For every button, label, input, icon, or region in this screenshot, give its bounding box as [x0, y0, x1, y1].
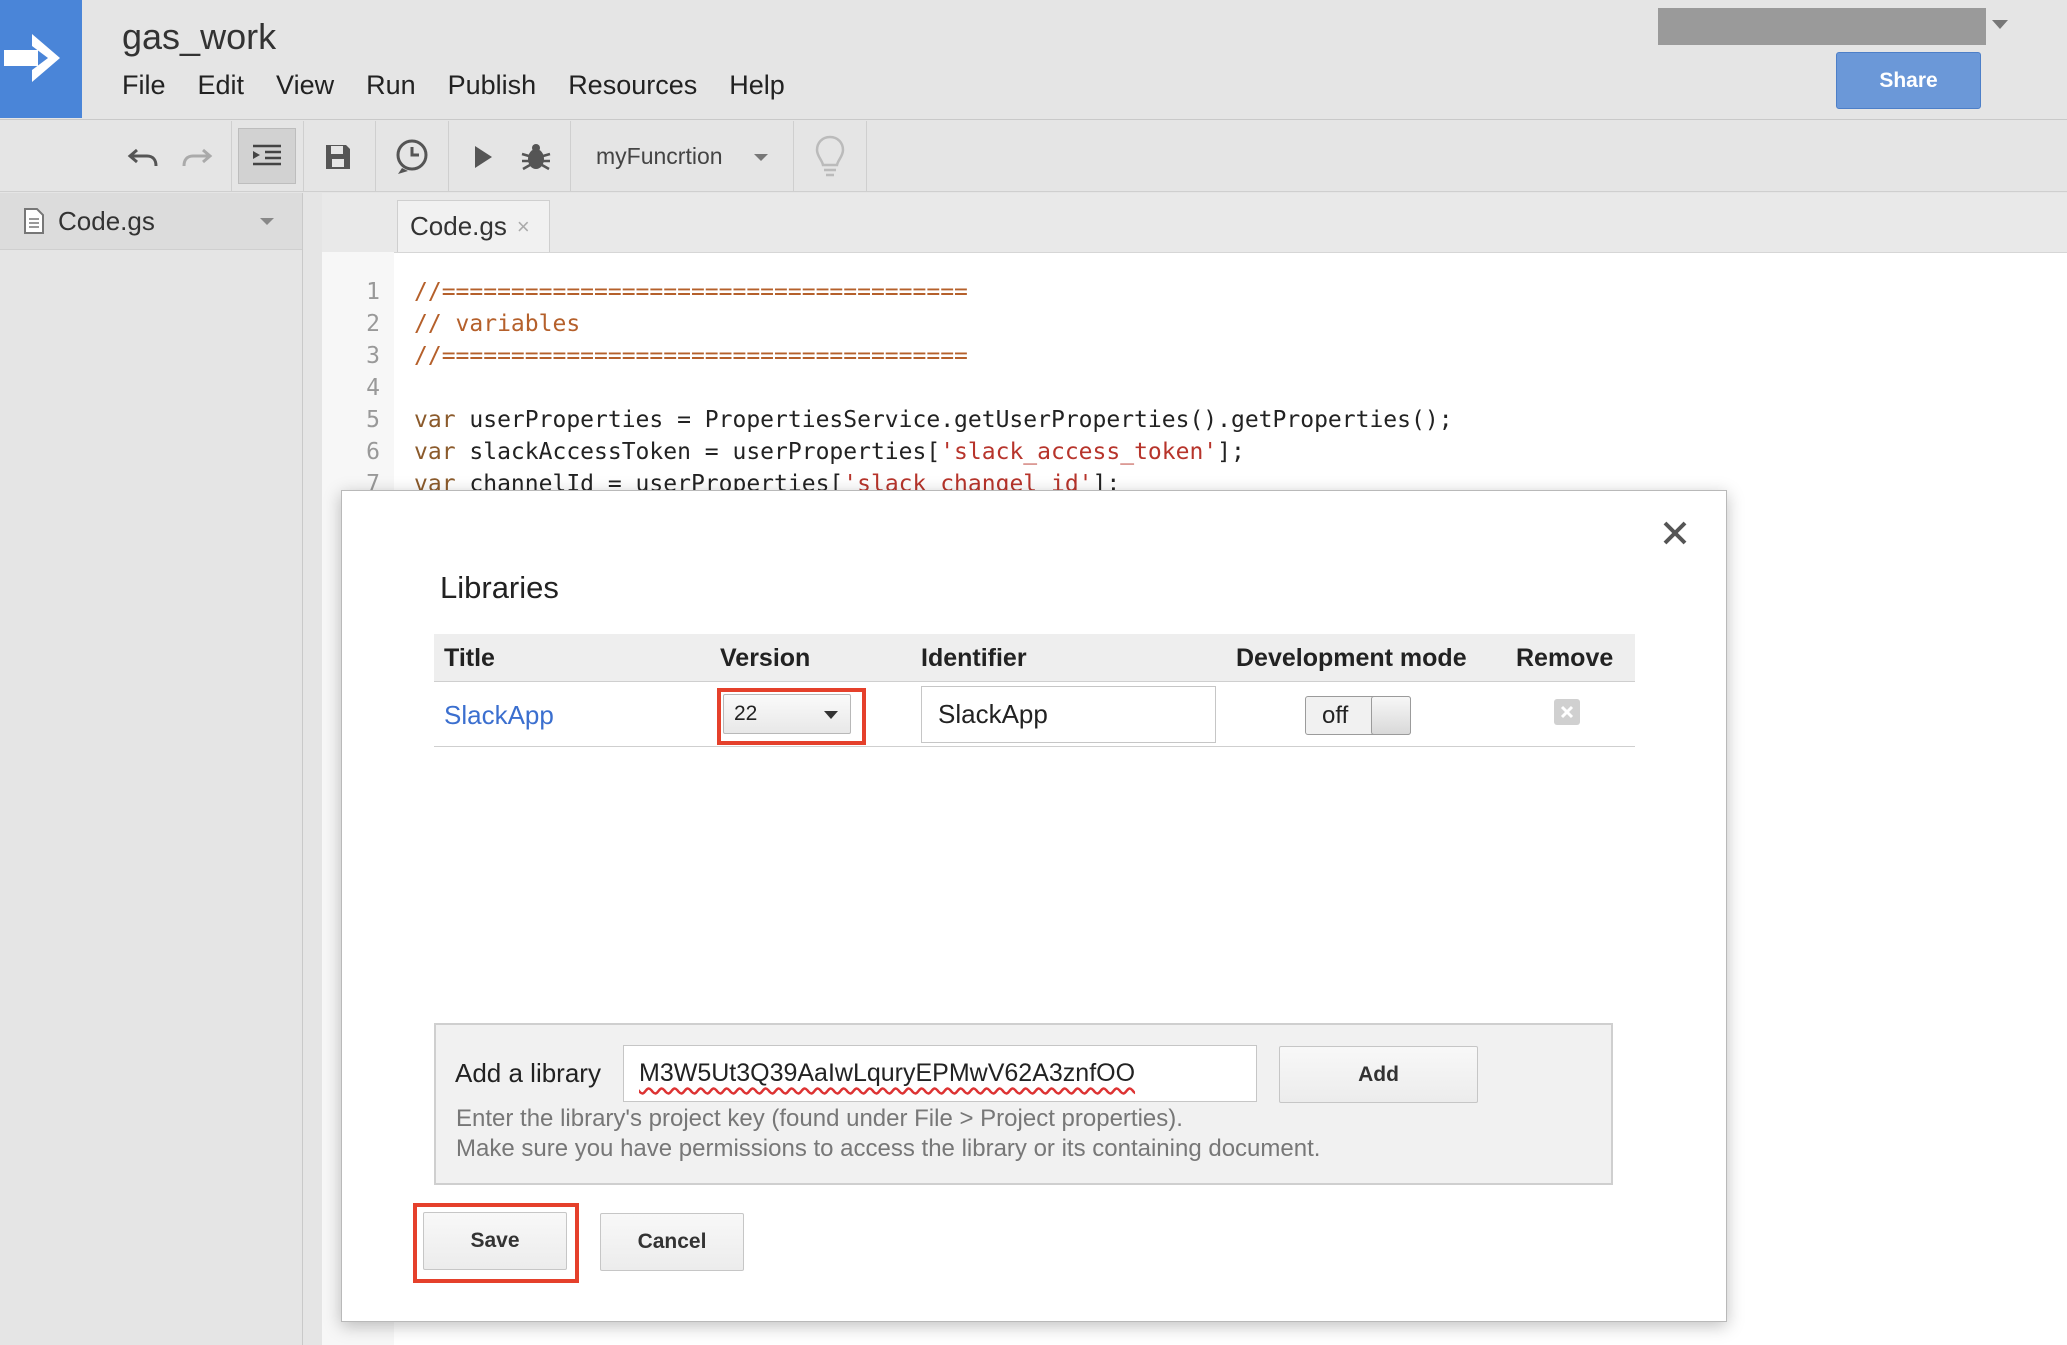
menu-run[interactable]: Run [366, 70, 416, 101]
version-select-value: 22 [734, 702, 758, 725]
tab-label: Code.gs [410, 211, 507, 241]
column-header-development-mode: Development mode [1236, 643, 1467, 672]
column-header-identifier: Identifier [921, 643, 1027, 672]
remove-library-icon[interactable] [1554, 699, 1580, 725]
code-line: 2 // variables [340, 308, 580, 340]
file-icon [24, 208, 44, 234]
close-icon[interactable] [1660, 518, 1690, 548]
development-mode-toggle[interactable]: off [1305, 696, 1411, 735]
code-token: ]; [1217, 439, 1245, 465]
libraries-dialog [341, 490, 1727, 1322]
code-line: 4 [340, 372, 414, 404]
menu-resources[interactable]: Resources [568, 70, 697, 101]
code-token: // variables [414, 311, 581, 337]
dialog-title: Libraries [440, 570, 559, 605]
menu-help[interactable]: Help [729, 70, 785, 101]
undo-icon[interactable] [118, 121, 168, 192]
debug-bug-icon[interactable] [508, 121, 564, 192]
save-icon[interactable] [310, 121, 366, 192]
lightbulb-icon[interactable] [800, 121, 860, 192]
code-token: userProperties = PropertiesService.getUs… [455, 407, 1453, 433]
line-number: 3 [366, 343, 380, 369]
line-number: 6 [366, 439, 380, 465]
chevron-down-icon [824, 711, 838, 719]
share-button[interactable]: Share [1836, 52, 1981, 109]
column-header-version: Version [720, 643, 811, 672]
triggers-clock-icon[interactable] [384, 121, 440, 192]
code-token: //====================================== [414, 343, 968, 369]
code-token: 'slack_access_token' [940, 439, 1218, 465]
code-token: var [414, 439, 456, 465]
file-sidebar: Code.gs [0, 193, 303, 1345]
toggle-label: off [1322, 702, 1349, 729]
libraries-table-header: Title Version Identifier Development mod… [434, 634, 1635, 682]
sidebar-file-code-gs[interactable]: Code.gs [0, 193, 302, 250]
code-line: 5 var userProperties = PropertiesService.… [340, 404, 1453, 436]
add-library-button[interactable]: Add [1279, 1046, 1478, 1103]
run-icon[interactable] [458, 121, 508, 192]
line-number: 2 [366, 311, 380, 337]
line-number: 4 [366, 375, 380, 401]
add-library-label: Add a library [455, 1058, 601, 1088]
toolbar: myFuncrtion [0, 121, 2067, 192]
code-token: var [414, 407, 456, 433]
menu-edit[interactable]: Edit [198, 70, 245, 101]
sidebar-file-label: Code.gs [58, 205, 155, 236]
line-number: 1 [366, 279, 380, 305]
function-select[interactable]: myFuncrtion [572, 121, 792, 192]
code-token: //====================================== [414, 279, 968, 305]
identifier-value: SlackApp [938, 699, 1048, 729]
cancel-button[interactable]: Cancel [600, 1213, 744, 1271]
code-token: slackAccessToken = userProperties[ [455, 439, 941, 465]
account-switcher[interactable] [1658, 8, 1986, 45]
close-tab-icon[interactable]: × [517, 214, 530, 240]
menu-view[interactable]: View [276, 70, 334, 101]
add-library-hint: Make sure you have permissions to access… [456, 1135, 1321, 1162]
add-library-hint: Enter the library's project key (found u… [456, 1105, 1183, 1132]
tab-code-gs[interactable]: Code.gs × [397, 200, 550, 252]
library-key-input[interactable]: M3W5Ut3Q39AaIwLquryEPMwV62A3znfOO [623, 1045, 1257, 1102]
account-caret-icon[interactable] [1992, 20, 2008, 29]
save-button[interactable]: Save [423, 1212, 567, 1270]
library-title-link[interactable]: SlackApp [444, 700, 554, 731]
chevron-down-icon [754, 154, 768, 161]
function-select-label: myFuncrtion [596, 143, 723, 169]
column-header-title: Title [444, 643, 495, 672]
menu-bar: File Edit View Run Publish Resources Hel… [122, 70, 817, 101]
column-header-remove: Remove [1516, 643, 1614, 672]
redo-icon[interactable] [172, 121, 222, 192]
code-line: 1 //=====================================… [340, 276, 968, 308]
code-line: 3 //=====================================… [340, 340, 968, 372]
code-line: 6 var slackAccessToken = userProperties['… [340, 436, 1245, 468]
project-title[interactable]: gas_work [122, 16, 276, 58]
chevron-down-icon[interactable] [260, 218, 274, 225]
app-header: gas_work File Edit View Run Publish Reso… [0, 0, 2067, 120]
apps-script-logo-icon[interactable] [0, 0, 82, 118]
library-key-value: M3W5Ut3Q39AaIwLquryEPMwV62A3znfOO [639, 1059, 1136, 1087]
line-number: 5 [366, 407, 380, 433]
menu-publish[interactable]: Publish [448, 70, 537, 101]
menu-file[interactable]: File [122, 70, 166, 101]
identifier-input[interactable]: SlackApp [921, 686, 1216, 743]
indent-icon[interactable] [238, 128, 296, 184]
version-select[interactable]: 22 [723, 694, 851, 734]
toggle-knob [1371, 696, 1411, 735]
